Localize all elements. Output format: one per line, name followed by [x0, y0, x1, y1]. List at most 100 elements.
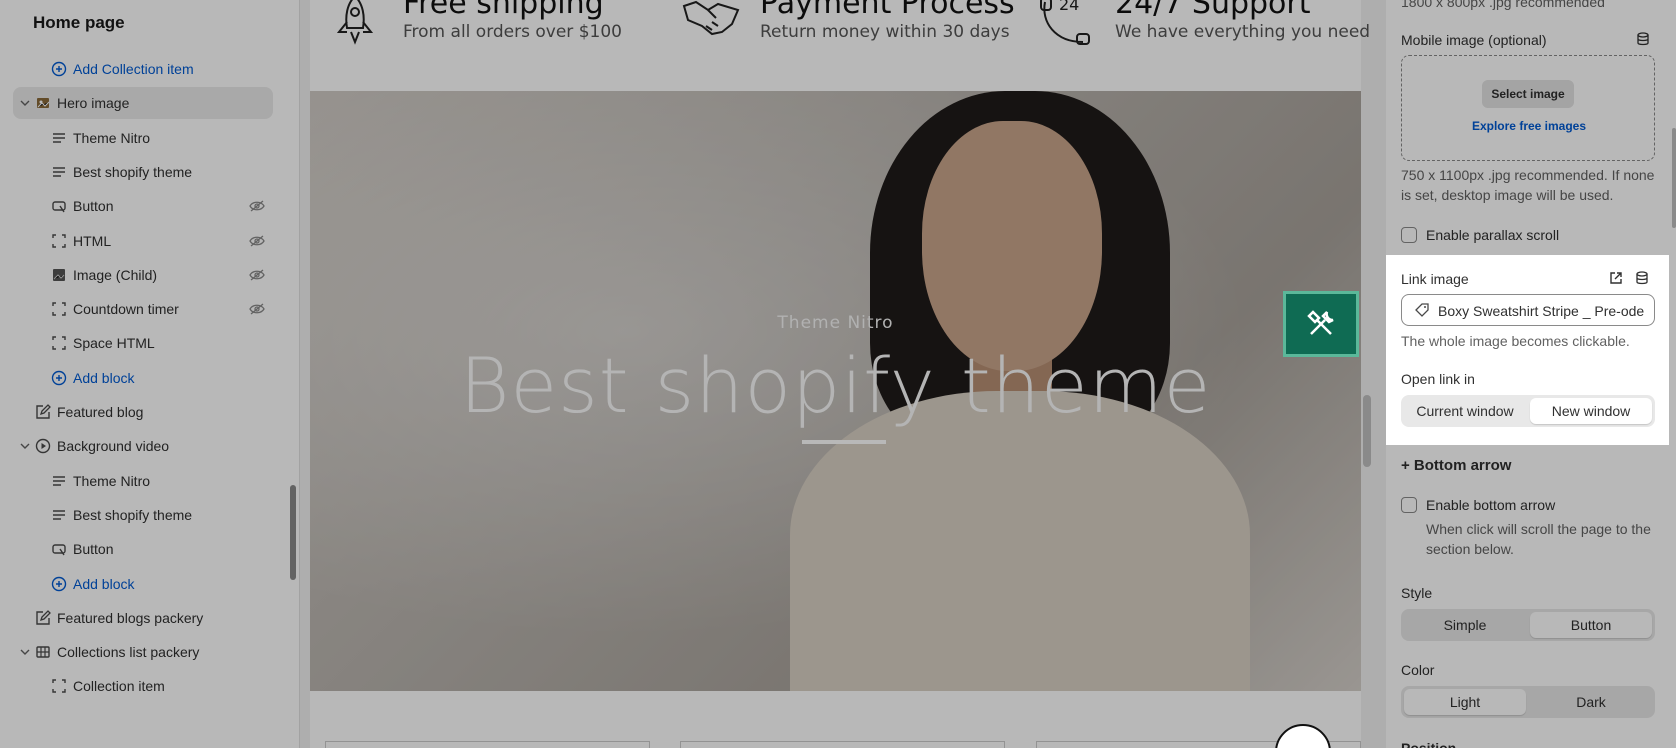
left-scrollbar[interactable] — [290, 485, 296, 580]
hero-tagline[interactable]: Theme Nitro — [310, 313, 1361, 333]
open-link-segmented-control: Current window New window — [1401, 395, 1655, 427]
text-icon — [51, 130, 67, 146]
tree-item-label: Image (Child) — [73, 267, 158, 283]
database-icon[interactable] — [1635, 271, 1649, 285]
tree-item-label: Theme Nitro — [73, 130, 151, 146]
tree-item-label: Add block — [73, 370, 135, 386]
tree-item[interactable]: Space HTML — [13, 327, 273, 359]
right-scrollbar[interactable] — [1672, 128, 1676, 228]
add-item-button[interactable]: Add block — [13, 568, 273, 600]
frame-icon — [51, 233, 67, 249]
frame-icon — [51, 678, 67, 694]
external-link-icon[interactable] — [1609, 271, 1623, 285]
tree-item[interactable]: Theme Nitro — [13, 465, 273, 497]
grid-icon — [35, 644, 51, 660]
text-icon — [51, 507, 67, 523]
plus-circle-icon — [51, 61, 67, 77]
tree-item[interactable]: Featured blogs packery — [13, 602, 273, 634]
image-section-icon — [35, 95, 51, 111]
preview-scrollbar[interactable] — [1363, 395, 1371, 467]
tree-item-label: Hero image — [57, 95, 130, 111]
tree-item-label: Add block — [73, 576, 135, 592]
tree-item[interactable]: Collections list packery — [13, 636, 273, 668]
open-link-label: Open link in — [1401, 371, 1475, 387]
tree-item-label: Button — [73, 541, 114, 557]
tree-item[interactable]: Featured blog — [13, 396, 273, 428]
edit-icon — [35, 404, 51, 420]
chevron-down-icon[interactable] — [18, 439, 32, 453]
wrench-screwdriver-icon — [1305, 308, 1337, 340]
eye-hidden-icon[interactable] — [249, 268, 265, 282]
play-circle-icon — [35, 438, 51, 454]
page-title: Home page — [33, 13, 125, 32]
collection-card[interactable] — [680, 741, 1005, 748]
hero-heading[interactable]: Best shopify theme — [310, 341, 1361, 430]
link-input[interactable]: Boxy Sweatshirt Stripe _ Pre-ode — [1401, 294, 1655, 326]
hero-photo-sweater — [790, 391, 1250, 691]
chevron-down-icon[interactable] — [18, 645, 32, 659]
preview-area: Free shipping From all orders over $100 … — [300, 0, 1386, 748]
handshake-icon — [682, 0, 740, 38]
button-icon — [51, 541, 67, 557]
frame-icon — [51, 335, 67, 351]
tree-item[interactable]: Collection item — [13, 670, 273, 702]
tree-item[interactable]: Hero image — [13, 87, 273, 119]
tree-item-label: HTML — [73, 233, 112, 249]
eye-hidden-icon[interactable] — [249, 199, 265, 213]
text-icon — [51, 164, 67, 180]
feature-subtitle: We have everything you need — [1115, 22, 1371, 42]
tree-item-label: Featured blogs packery — [57, 610, 204, 626]
feature-title: 24/7 Support — [1115, 0, 1311, 21]
image-icon — [51, 267, 67, 283]
tree-item[interactable]: Best shopify theme — [13, 499, 273, 531]
hero-photo-face — [922, 121, 1102, 371]
edit-icon — [35, 610, 51, 626]
tree-item-label: Background video — [57, 438, 170, 454]
link-help: The whole image becomes clickable. — [1401, 333, 1630, 349]
tree-item[interactable]: Button — [13, 533, 273, 565]
eye-hidden-icon[interactable] — [249, 302, 265, 316]
tree-item-label: Theme Nitro — [73, 473, 151, 489]
text-icon — [51, 473, 67, 489]
preview-canvas: Free shipping From all orders over $100 … — [310, 0, 1370, 748]
right-dim-top — [1386, 0, 1676, 255]
tree-item-label: Featured blog — [57, 404, 144, 420]
tree-item-label: Button — [73, 198, 114, 214]
chevron-down-icon[interactable] — [18, 96, 32, 110]
tree-item-label: Collections list packery — [57, 644, 200, 660]
link-image-settings: Link image Boxy Sweatshirt Stripe _ Pre-… — [1387, 255, 1669, 445]
plus-circle-icon — [51, 576, 67, 592]
collection-card[interactable] — [325, 741, 650, 748]
add-item-button[interactable]: Add Collection item — [13, 53, 273, 85]
tree-item[interactable]: HTML — [13, 225, 273, 257]
button-icon — [51, 198, 67, 214]
right-dim-bottom — [1386, 445, 1676, 748]
svg-text:24: 24 — [1059, 0, 1079, 14]
tree-item-label: Best shopify theme — [73, 164, 193, 180]
feature-subtitle: From all orders over $100 — [403, 22, 622, 42]
support-24-icon: 24 — [1037, 0, 1095, 46]
add-item-button[interactable]: Add block — [13, 362, 273, 394]
tree-item-label: Collection item — [73, 678, 165, 694]
hero-image-section[interactable]: Theme Nitro Best shopify theme — [310, 91, 1361, 691]
tree-item[interactable]: Background video — [13, 430, 273, 462]
link-input-value: Boxy Sweatshirt Stripe _ Pre-ode — [1438, 303, 1645, 319]
tree-item-label: Space HTML — [73, 335, 155, 351]
frame-icon — [51, 301, 67, 317]
feature-title: Free shipping — [403, 0, 604, 21]
plus-circle-icon — [51, 370, 67, 386]
tree-item[interactable]: Image (Child) — [13, 259, 273, 291]
rocket-icon — [335, 0, 375, 46]
open-link-current-window[interactable]: Current window — [1404, 398, 1526, 424]
tree-item-label: Countdown timer — [73, 301, 179, 317]
tree-item[interactable]: Button — [13, 190, 273, 222]
eye-hidden-icon[interactable] — [249, 234, 265, 248]
tree-item[interactable]: Countdown timer — [13, 293, 273, 325]
tools-button[interactable] — [1283, 291, 1359, 357]
sections-panel: Home page Add Collection item Hero image T… — [0, 0, 300, 748]
tree-item[interactable]: Best shopify theme — [13, 156, 273, 188]
link-image-label: Link image — [1401, 271, 1469, 287]
open-link-new-window[interactable]: New window — [1530, 398, 1652, 424]
tree-item-label: Best shopify theme — [73, 507, 193, 523]
tree-item[interactable]: Theme Nitro — [13, 122, 273, 154]
